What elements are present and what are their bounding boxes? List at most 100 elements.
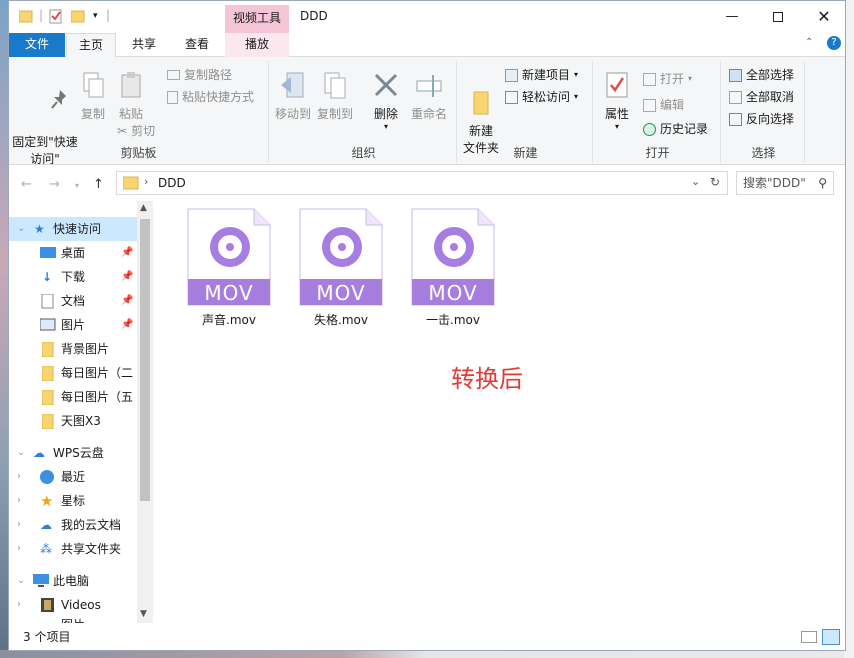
nav-desktop[interactable]: 桌面 📌 (9, 241, 137, 265)
paste-shortcut-button[interactable]: 粘贴快捷方式 (167, 87, 254, 107)
folder-icon (42, 390, 54, 405)
scroll-thumb[interactable] (140, 219, 150, 501)
rename-icon (416, 75, 442, 97)
file-item[interactable]: MOV 一击.mov (398, 207, 508, 327)
new-folder-icon[interactable] (70, 8, 85, 24)
address-dropdown-icon[interactable]: ⌄ (691, 175, 700, 188)
search-icon: ⚲ (818, 176, 827, 190)
nav-folder-background[interactable]: 背景图片 (9, 337, 137, 361)
separator: | (106, 8, 111, 22)
scroll-up-icon[interactable]: ▲ (140, 203, 147, 213)
select-none-button[interactable]: 全部取消 (729, 87, 794, 107)
nav-quick-access[interactable]: ⌄ ★ 快速访问 (9, 217, 137, 241)
nav-pictures[interactable]: 图片 📌 (9, 313, 137, 337)
open-button[interactable]: 打开 ▾ (643, 69, 692, 89)
copy-to-button[interactable]: 复制到 (315, 71, 355, 123)
nav-documents[interactable]: 文档 📌 (9, 289, 137, 313)
cut-button[interactable]: ✂ 剪切 (117, 121, 155, 141)
select-all-button[interactable]: 全部选择 (729, 65, 794, 85)
invert-selection-button[interactable]: 反向选择 (729, 109, 794, 129)
up-arrow-icon: ↑ (93, 177, 104, 192)
paste-button[interactable]: 粘贴 (115, 71, 147, 123)
file-item[interactable]: MOV 声音.mov (174, 207, 284, 327)
file-type-badge: MOV (316, 281, 366, 305)
tab-view[interactable]: 查看 (172, 33, 222, 57)
pin-icon: 📌 (121, 271, 134, 282)
nav-scrollbar[interactable]: ▲ ▼ (137, 201, 153, 623)
customize-dropdown-icon[interactable]: ▾ (93, 11, 107, 27)
tab-share[interactable]: 共享 (119, 33, 169, 57)
status-bar: 3 个项目 (9, 623, 845, 650)
collapse-chevron-icon: ⌄ (17, 575, 26, 586)
nav-this-pc[interactable]: ⌄ 此电脑 (9, 569, 137, 593)
clock-icon (40, 470, 54, 484)
back-button[interactable]: ← (21, 177, 32, 192)
star-icon: ★ (34, 222, 45, 236)
easy-access-button[interactable]: 轻松访问 ▾ (505, 87, 578, 107)
close-button[interactable]: ✕ (801, 1, 845, 32)
search-input[interactable]: 搜索"DDD" ⚲ (736, 171, 834, 195)
explorer-window: | ▾ | 视频工具 DDD — ✕ 文件 主页 共享 查看 播放 ⌃ ? 固定… (8, 0, 846, 651)
large-icons-view-icon[interactable] (822, 629, 840, 645)
tab-play[interactable]: 播放 (225, 33, 289, 57)
nav-downloads[interactable]: ↓ 下载 📌 (9, 265, 137, 289)
context-tab-video-tools: 视频工具 (225, 5, 289, 33)
nav-wps-recent[interactable]: › 最近 (9, 465, 137, 489)
minimize-icon: — (725, 9, 739, 24)
folder-icon (42, 414, 54, 429)
properties-icon[interactable] (49, 8, 63, 24)
pin-icon: 📌 (121, 295, 134, 306)
scroll-down-icon[interactable]: ▼ (140, 609, 147, 619)
delete-button[interactable]: 删除 ▾ (369, 71, 403, 131)
recent-locations-button[interactable]: ▾ (75, 181, 79, 190)
nav-wps-shared[interactable]: › ⁂ 共享文件夹 (9, 537, 137, 561)
tab-home[interactable]: 主页 (66, 33, 116, 58)
nav-wps-starred[interactable]: › ★ 星标 (9, 489, 137, 513)
help-icon[interactable]: ? (827, 36, 841, 50)
move-to-icon (281, 72, 304, 98)
maximize-button[interactable] (755, 1, 801, 32)
forward-button[interactable]: → (49, 177, 60, 192)
file-type-badge: MOV (204, 281, 254, 305)
file-item[interactable]: MOV 失格.mov (286, 207, 396, 327)
history-button[interactable]: 历史记录 (643, 119, 708, 139)
nav-videos[interactable]: › Videos (9, 593, 137, 617)
nav-wps-my-docs[interactable]: › ☁ 我的云文档 (9, 513, 137, 537)
move-to-button[interactable]: 移动到 (273, 71, 313, 123)
up-button[interactable]: ↑ (93, 177, 104, 192)
maximize-icon (773, 11, 783, 22)
nav-folder-daily-2[interactable]: 每日图片（二 (9, 361, 137, 385)
share-icon: ⁂ (40, 542, 52, 556)
properties-button[interactable]: 属性 ▾ (599, 71, 635, 131)
ribbon: 固定到"快速访问" 复制 粘贴 ✂剪切 复制路径 粘贴快捷方式 剪贴板 移动到 (9, 57, 845, 166)
collapse-chevron-icon: ⌄ (17, 223, 26, 234)
cloud-icon: ☁ (33, 446, 45, 460)
new-item-button[interactable]: 新建项目 ▾ (505, 65, 578, 85)
document-icon (41, 294, 54, 309)
tab-file[interactable]: 文件 (9, 33, 65, 57)
file-type-badge: MOV (428, 281, 478, 305)
desktop-taskbar-edge (0, 650, 854, 658)
easy-access-icon (505, 90, 518, 104)
file-name: 失格.mov (314, 313, 368, 327)
group-label-open: 打开 (645, 146, 670, 160)
nav-folder-tiantu[interactable]: 天图X3 (9, 409, 137, 433)
window-title: DDD (300, 9, 328, 23)
file-name: 一击.mov (426, 313, 480, 327)
close-icon: ✕ (817, 7, 831, 26)
minimize-button[interactable]: — (709, 1, 755, 32)
details-view-icon[interactable] (801, 631, 817, 643)
folder-icon[interactable] (18, 8, 33, 24)
nav-folder-daily-5[interactable]: 每日图片（五 (9, 385, 137, 409)
collapse-ribbon-icon[interactable]: ⌃ (805, 37, 813, 48)
copy-button[interactable]: 复制 (77, 71, 109, 123)
group-label-select: 选择 (751, 146, 776, 160)
copy-path-button[interactable]: 复制路径 (167, 65, 232, 85)
nav-wps-cloud[interactable]: ⌄ ☁ WPS云盘 (9, 441, 137, 465)
edit-button[interactable]: 编辑 (643, 95, 684, 115)
refresh-icon[interactable]: ↻ (710, 175, 720, 189)
group-clipboard: 固定到"快速访问" 复制 粘贴 ✂ 剪切 复制路径 粘贴快捷方式 剪贴板 (9, 61, 269, 166)
rename-button[interactable]: 重命名 (407, 71, 451, 123)
breadcrumb-ddd[interactable]: DDD (158, 176, 186, 190)
address-box[interactable]: › DDD ⌄ ↻ (116, 171, 728, 195)
